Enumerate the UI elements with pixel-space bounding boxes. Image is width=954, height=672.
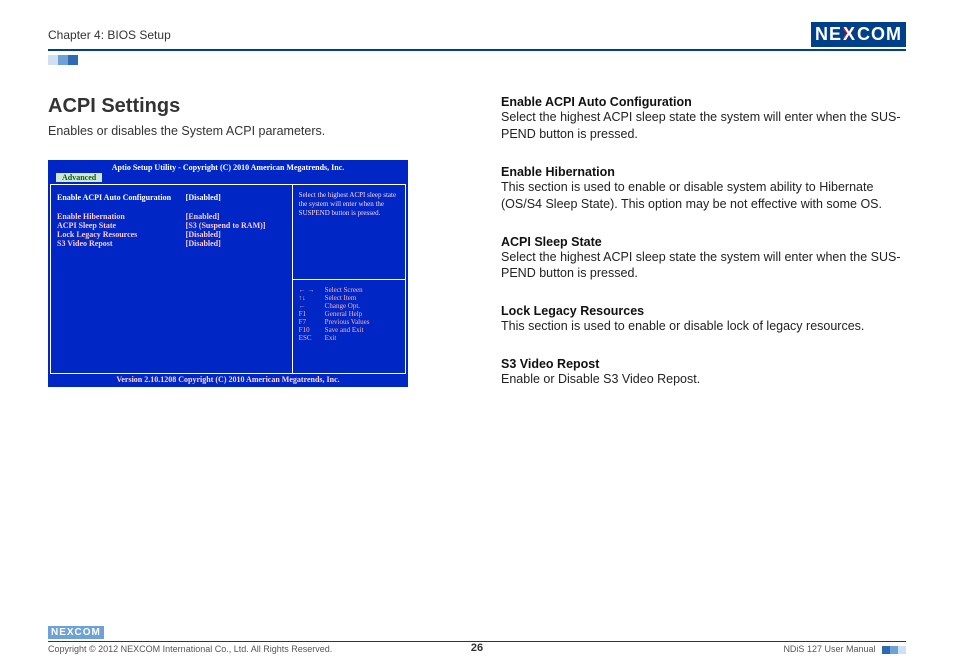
bios-screenshot: Aptio Setup Utility - Copyright (C) 2010… xyxy=(48,160,408,387)
content-columns: ACPI Settings Enables or disables the Sy… xyxy=(48,95,906,410)
bios-option-value: [S3 (Suspend to RAM)] xyxy=(186,221,286,230)
legend-key: ESC xyxy=(299,334,325,342)
legend-val: General Help xyxy=(325,310,363,318)
logo-x-icon: X xyxy=(842,24,857,45)
bios-title-bar: Aptio Setup Utility - Copyright (C) 2010… xyxy=(50,162,406,173)
legend-key: ↑↓ xyxy=(299,294,325,302)
bios-option-value: [Disabled] xyxy=(186,230,286,239)
footer-squares xyxy=(882,646,906,654)
legend-row: F1General Help xyxy=(299,310,399,318)
section-heading: Lock Legacy Resources xyxy=(501,304,906,318)
legend-key: F10 xyxy=(299,326,325,334)
legend-row: ← →Select Screen xyxy=(299,286,399,294)
legend-val: Exit xyxy=(325,334,337,342)
bios-legend: ← →Select Screen ↑↓Select Item ←Change O… xyxy=(292,279,406,374)
footer-rule xyxy=(48,641,906,642)
bios-option-label: Enable ACPI Auto Configuration xyxy=(57,193,186,202)
legend-key: ← → xyxy=(299,286,325,294)
section-paragraph: Enable or Disable S3 Video Repost. xyxy=(501,371,906,388)
bios-option-row: Enable ACPI Auto Configuration [Disabled… xyxy=(57,193,286,202)
section-heading: ACPI Sleep State xyxy=(501,235,906,249)
square-icon xyxy=(58,55,68,65)
square-icon xyxy=(882,646,890,654)
bios-gap xyxy=(57,202,286,212)
legend-row: F10Save and Exit xyxy=(299,326,399,334)
section-paragraph: This section is used to enable or disabl… xyxy=(501,318,906,335)
legend-key: F1 xyxy=(299,310,325,318)
section-subtitle: Enables or disables the System ACPI para… xyxy=(48,124,453,138)
legend-key: ← xyxy=(299,302,325,310)
section-paragraph: This section is used to enable or disabl… xyxy=(501,179,906,213)
bios-option-value: [Enabled] xyxy=(186,212,286,221)
bios-footer: Version 2.10.1208 Copyright (C) 2010 Ame… xyxy=(50,374,406,385)
bios-help-pane: Select the highest ACPI sleep state the … xyxy=(292,184,406,374)
logo-right: COM xyxy=(857,24,902,45)
bios-option-row: Enable Hibernation [Enabled] xyxy=(57,212,286,221)
legend-val: Save and Exit xyxy=(325,326,364,334)
square-icon xyxy=(898,646,906,654)
right-column: Enable ACPI Auto Configuration Select th… xyxy=(501,95,906,410)
bios-option-value: [Disabled] xyxy=(186,239,286,248)
footer-row: Copyright © 2012 NEXCOM International Co… xyxy=(48,644,906,654)
section-paragraph: Select the highest ACPI sleep state the … xyxy=(501,109,906,143)
bios-help-text: Select the highest ACPI sleep state the … xyxy=(292,184,406,279)
bios-options-pane: Enable ACPI Auto Configuration [Disabled… xyxy=(50,184,292,374)
square-icon xyxy=(890,646,898,654)
legend-row: F7Previous Values xyxy=(299,318,399,326)
manual-name: NDiS 127 User Manual xyxy=(783,644,906,654)
legend-val: Previous Values xyxy=(325,318,370,326)
bios-option-label: Lock Legacy Resources xyxy=(57,230,186,239)
bios-option-label: ACPI Sleep State xyxy=(57,221,186,230)
page-footer: NEXCOM Copyright © 2012 NEXCOM Internati… xyxy=(48,622,906,654)
section-paragraph: Select the highest ACPI sleep state the … xyxy=(501,249,906,283)
left-column: ACPI Settings Enables or disables the Sy… xyxy=(48,95,453,410)
nexcom-logo: NEXCOM xyxy=(811,22,906,47)
bios-body: Enable ACPI Auto Configuration [Disabled… xyxy=(50,184,406,374)
section-title: ACPI Settings xyxy=(48,95,453,118)
legend-key: F7 xyxy=(299,318,325,326)
legend-val: Select Item xyxy=(325,294,357,302)
bios-tab-advanced: Advanced xyxy=(56,173,102,182)
square-icon xyxy=(48,55,58,65)
legend-row: ↑↓Select Item xyxy=(299,294,399,302)
section-heading: Enable ACPI Auto Configuration xyxy=(501,95,906,109)
bios-tab-row: Advanced xyxy=(50,173,406,184)
bios-option-row: Lock Legacy Resources [Disabled] xyxy=(57,230,286,239)
chapter-label: Chapter 4: BIOS Setup xyxy=(48,28,171,42)
section-heading: S3 Video Repost xyxy=(501,357,906,371)
logo-left: NE xyxy=(815,24,842,45)
logo-box: NEXCOM xyxy=(811,22,906,47)
copyright-text: Copyright © 2012 NEXCOM International Co… xyxy=(48,644,332,654)
bios-option-row: S3 Video Repost [Disabled] xyxy=(57,239,286,248)
footer-logo: NEXCOM xyxy=(48,626,104,639)
legend-row: ←Change Opt. xyxy=(299,302,399,310)
bios-option-label: S3 Video Repost xyxy=(57,239,186,248)
legend-val: Change Opt. xyxy=(325,302,360,310)
section-heading: Enable Hibernation xyxy=(501,165,906,179)
square-icon xyxy=(68,55,78,65)
bios-option-label: Enable Hibernation xyxy=(57,212,186,221)
bios-option-value: [Disabled] xyxy=(186,193,286,202)
bios-option-row: ACPI Sleep State [S3 (Suspend to RAM)] xyxy=(57,221,286,230)
legend-row: ESCExit xyxy=(299,334,399,342)
header-rule xyxy=(48,49,906,51)
legend-val: Select Screen xyxy=(325,286,363,294)
page-header: Chapter 4: BIOS Setup NEXCOM xyxy=(48,22,906,47)
header-squares xyxy=(48,55,906,65)
